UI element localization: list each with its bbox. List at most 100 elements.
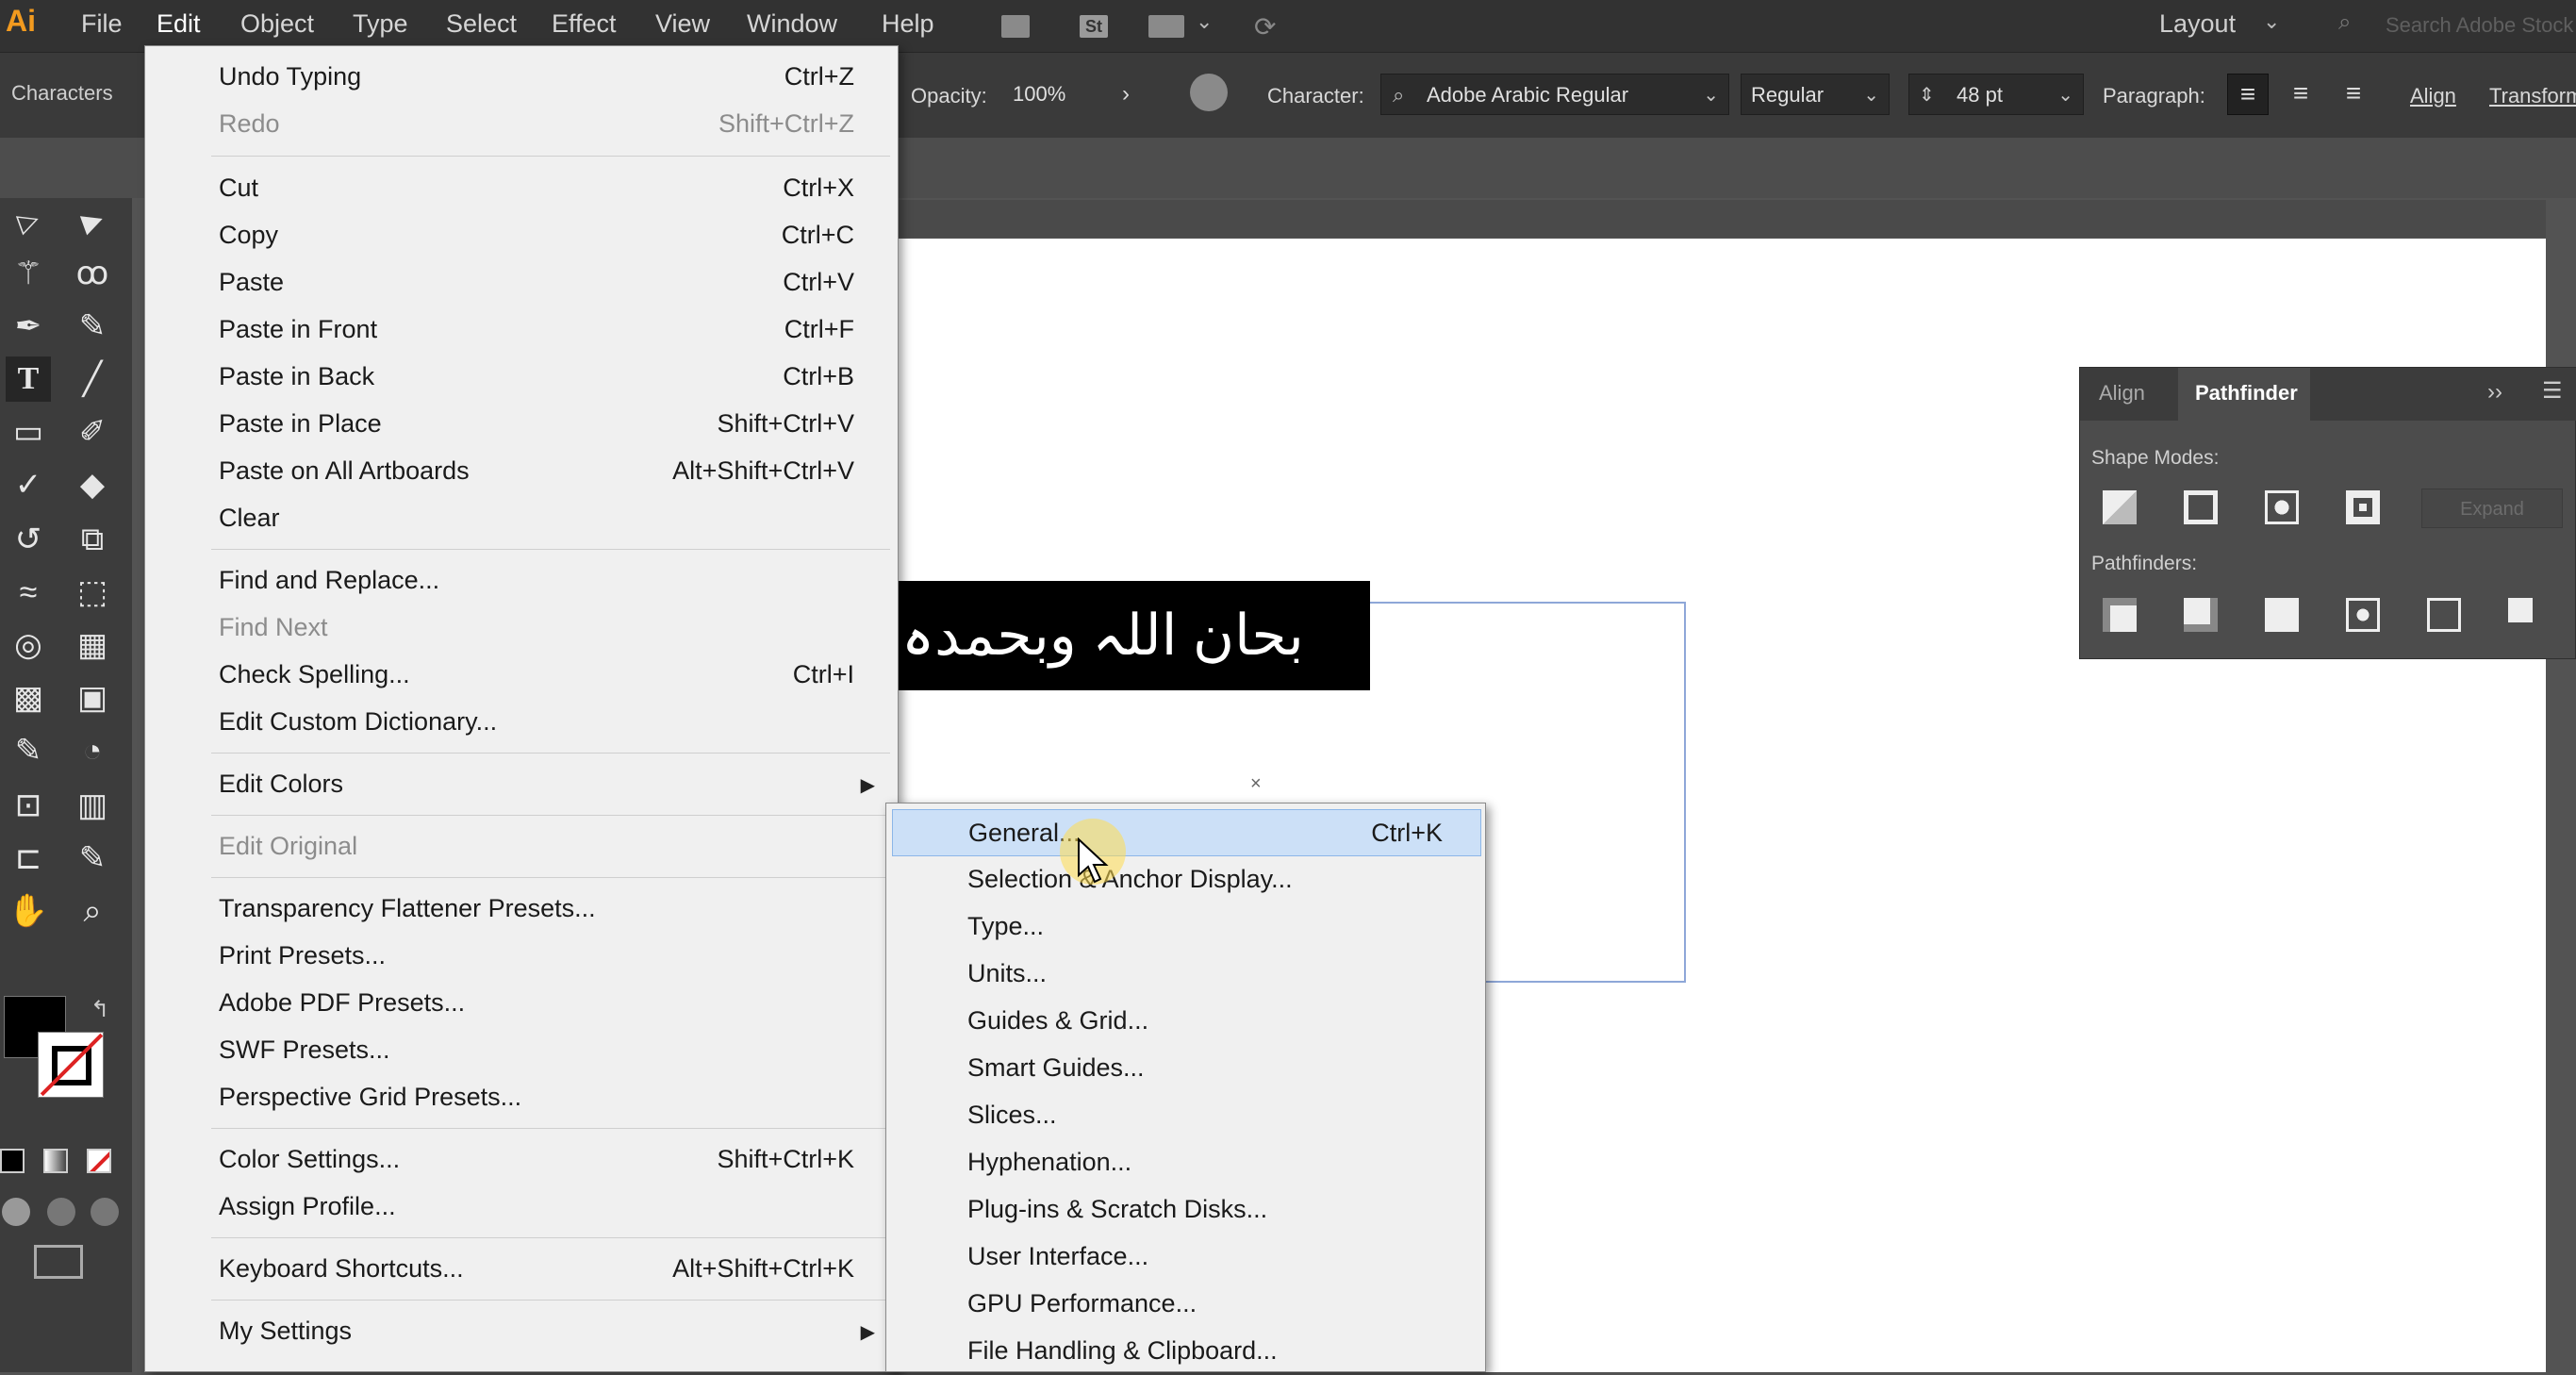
submenu-item-smart-guides[interactable]: Smart Guides... — [892, 1045, 1481, 1092]
gradient-icon[interactable]: ▣ — [70, 675, 115, 721]
menu-help[interactable]: Help — [882, 9, 934, 39]
curvature-icon[interactable]: ✎ — [70, 304, 115, 349]
slice-icon[interactable]: ✎ — [70, 836, 115, 881]
artboard-icon[interactable]: ⊏ — [6, 836, 51, 881]
draw-behind-icon[interactable] — [47, 1198, 75, 1226]
submenu-item-user-interface[interactable]: User Interface... — [892, 1234, 1481, 1281]
merge-icon[interactable] — [2265, 598, 2299, 632]
perspective-grid-icon[interactable]: ▦ — [70, 622, 115, 668]
submenu-item-plugins-scratch-disks[interactable]: Plug-ins & Scratch Disks... — [892, 1186, 1481, 1234]
menu-item-color-settings[interactable]: Color Settings... Shift+Ctrl+K — [145, 1135, 900, 1183]
menu-item-undo-typing[interactable]: Undo Typing Ctrl+Z — [145, 53, 900, 100]
rotate-icon[interactable]: ↺ — [6, 517, 51, 562]
column-graph-icon[interactable]: ▥ — [70, 783, 115, 828]
menu-edit[interactable]: Edit — [157, 9, 201, 39]
chevron-down-icon[interactable]: ⌄ — [1196, 9, 1213, 34]
submenu-item-units[interactable]: Units... — [892, 951, 1481, 998]
menu-item-adobe-pdf-presets[interactable]: Adobe PDF Presets... — [145, 979, 900, 1026]
arabic-text-object[interactable]: بحان اللہ وبحمدہ — [896, 581, 1370, 690]
free-transform-icon[interactable]: ⬚ — [70, 570, 115, 615]
menu-item-find-and-replace[interactable]: Find and Replace... — [145, 556, 900, 604]
panel-collapse-icon[interactable]: ›› — [2487, 379, 2502, 406]
rectangle-icon[interactable]: ▭ — [6, 409, 51, 455]
align-left-icon[interactable]: ≡ — [2227, 74, 2269, 115]
submenu-item-file-handling-clipboard[interactable]: File Handling & Clipboard... — [892, 1328, 1481, 1375]
submenu-item-general[interactable]: General... Ctrl+K — [892, 809, 1481, 856]
menu-object[interactable]: Object — [240, 9, 314, 39]
opacity-field[interactable]: 100% — [1003, 74, 1116, 115]
draw-normal-icon[interactable] — [2, 1198, 30, 1226]
workspace-switcher[interactable]: Layout — [2159, 9, 2236, 39]
menu-item-edit-colors[interactable]: Edit Colors ▶ — [145, 760, 900, 807]
direct-selection-icon[interactable]: ▷ — [0, 191, 58, 250]
magic-wand-icon[interactable]: ⚚ — [6, 251, 51, 296]
panel-label[interactable]: Characters — [11, 81, 113, 106]
line-segment-icon[interactable]: ╱ — [70, 356, 115, 402]
scale-icon[interactable]: ⧉ — [70, 517, 115, 562]
draw-inside-icon[interactable] — [91, 1198, 119, 1226]
eyedropper-icon[interactable]: ✎ — [6, 728, 51, 773]
type-tool-icon[interactable]: T — [6, 356, 51, 402]
intersect-icon[interactable] — [2265, 490, 2299, 524]
font-family-dropdown[interactable]: ⌕ Adobe Arabic Regular ⌄ — [1380, 74, 1729, 115]
menu-item-paste-in-front[interactable]: Paste in Front Ctrl+F — [145, 306, 900, 353]
color-mode-icon[interactable] — [0, 1149, 25, 1173]
tab-align[interactable]: Align — [2099, 381, 2145, 406]
menu-item-copy[interactable]: Copy Ctrl+C — [145, 211, 900, 258]
crop-icon[interactable] — [2346, 598, 2380, 632]
menu-item-perspective-grid-presets[interactable]: Perspective Grid Presets... — [145, 1073, 900, 1120]
minus-front-icon[interactable] — [2184, 490, 2218, 524]
submenu-item-guides-grid[interactable]: Guides & Grid... — [892, 998, 1481, 1045]
chevron-down-icon[interactable]: ⌄ — [2263, 9, 2280, 34]
menu-item-my-settings[interactable]: My Settings ▶ — [145, 1307, 900, 1354]
menu-item-print-presets[interactable]: Print Presets... — [145, 932, 900, 979]
shape-builder-icon[interactable]: ◎ — [6, 622, 51, 668]
menu-item-edit-custom-dictionary[interactable]: Edit Custom Dictionary... — [145, 698, 900, 745]
submenu-item-slices[interactable]: Slices... — [892, 1092, 1481, 1139]
unite-icon[interactable] — [2103, 490, 2137, 524]
chevron-right-icon[interactable]: › — [1122, 81, 1130, 108]
gpu-performance-icon[interactable]: ⟳ — [1254, 11, 1276, 42]
minus-back-icon[interactable] — [2508, 598, 2542, 632]
align-right-icon[interactable]: ≡ — [2333, 74, 2374, 115]
eraser-icon[interactable]: ◆ — [70, 462, 115, 507]
pen-icon[interactable]: ✒ — [6, 304, 51, 349]
shaper-icon[interactable]: ✓ — [6, 462, 51, 507]
menu-effect[interactable]: Effect — [552, 9, 617, 39]
trim-icon[interactable] — [2184, 598, 2218, 632]
recolor-icon[interactable] — [1190, 74, 1228, 111]
lasso-icon[interactable]: ꝏ — [70, 251, 115, 296]
expand-button[interactable]: Expand — [2421, 489, 2563, 528]
menu-item-transparency-flattener-presets[interactable]: Transparency Flattener Presets... — [145, 885, 900, 932]
swap-colors-icon[interactable]: ↰ — [91, 996, 109, 1023]
mesh-icon[interactable]: ▩ — [6, 675, 51, 721]
submenu-item-type[interactable]: Type... — [892, 903, 1481, 951]
font-size-field[interactable]: ⇕ 48 pt ⌄ — [1908, 74, 2084, 115]
menu-file[interactable]: File — [81, 9, 123, 39]
stock-icon[interactable]: St — [1080, 15, 1108, 38]
menu-item-cut[interactable]: Cut Ctrl+X — [145, 164, 900, 211]
align-link[interactable]: Align — [2410, 84, 2456, 108]
screen-mode-icon[interactable] — [34, 1245, 83, 1279]
menu-select[interactable]: Select — [446, 9, 517, 39]
menu-item-paste-in-place[interactable]: Paste in Place Shift+Ctrl+V — [145, 400, 900, 447]
panel-menu-icon[interactable]: ☰ — [2542, 377, 2563, 405]
paintbrush-icon[interactable]: ✐ — [70, 409, 115, 455]
zoom-icon[interactable]: ⌕ — [70, 888, 115, 934]
divide-icon[interactable] — [2103, 598, 2137, 632]
stepper-icon[interactable]: ⇕ — [1919, 75, 1935, 116]
menu-type[interactable]: Type — [353, 9, 408, 39]
exclude-icon[interactable] — [2346, 490, 2380, 524]
outline-icon[interactable] — [2427, 598, 2461, 632]
bridge-icon[interactable] — [1001, 15, 1030, 38]
selection-icon[interactable]: ▶ — [63, 191, 122, 250]
submenu-item-hyphenation[interactable]: Hyphenation... — [892, 1139, 1481, 1186]
symbol-sprayer-icon[interactable]: ⊡ — [6, 783, 51, 828]
align-center-icon[interactable]: ≡ — [2280, 74, 2321, 115]
menu-item-paste-on-all-artboards[interactable]: Paste on All Artboards Alt+Shift+Ctrl+V — [145, 447, 900, 494]
gradient-mode-icon[interactable] — [43, 1149, 68, 1173]
menu-view[interactable]: View — [655, 9, 710, 39]
none-mode-icon[interactable] — [87, 1149, 111, 1173]
menu-item-paste-in-back[interactable]: Paste in Back Ctrl+B — [145, 353, 900, 400]
blend-icon[interactable]: ◔ — [70, 728, 115, 773]
